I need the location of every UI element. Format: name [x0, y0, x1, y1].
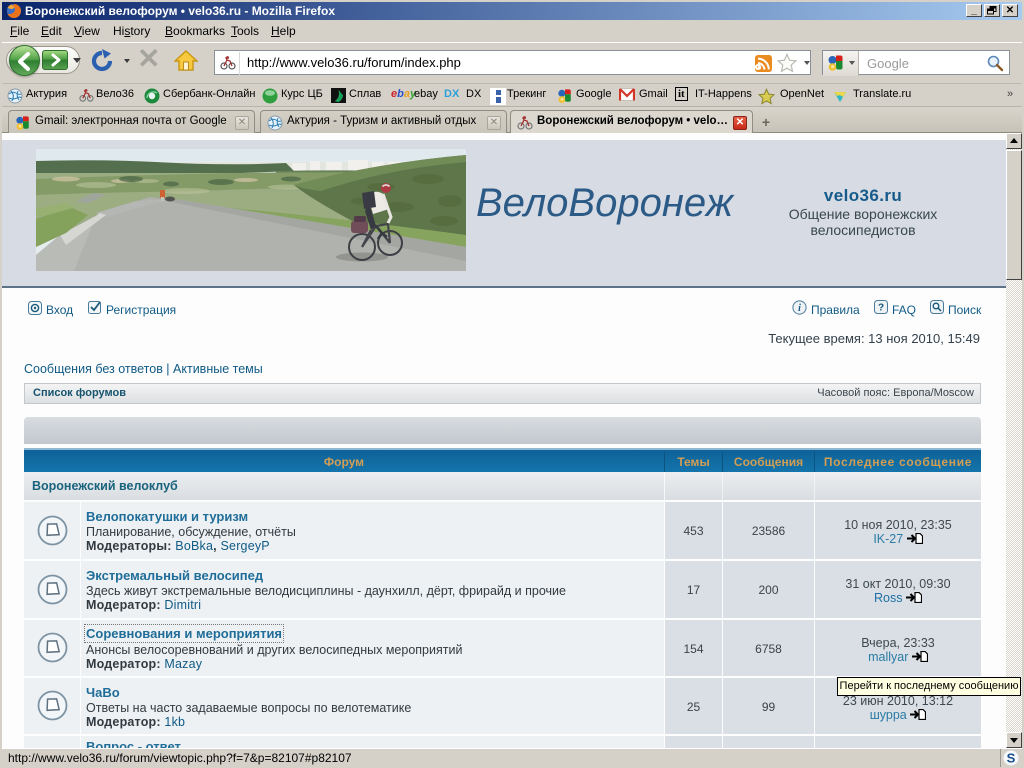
- svg-text:S: S: [1007, 751, 1016, 766]
- svg-text:?: ?: [878, 303, 884, 314]
- svg-text:i: i: [798, 303, 801, 314]
